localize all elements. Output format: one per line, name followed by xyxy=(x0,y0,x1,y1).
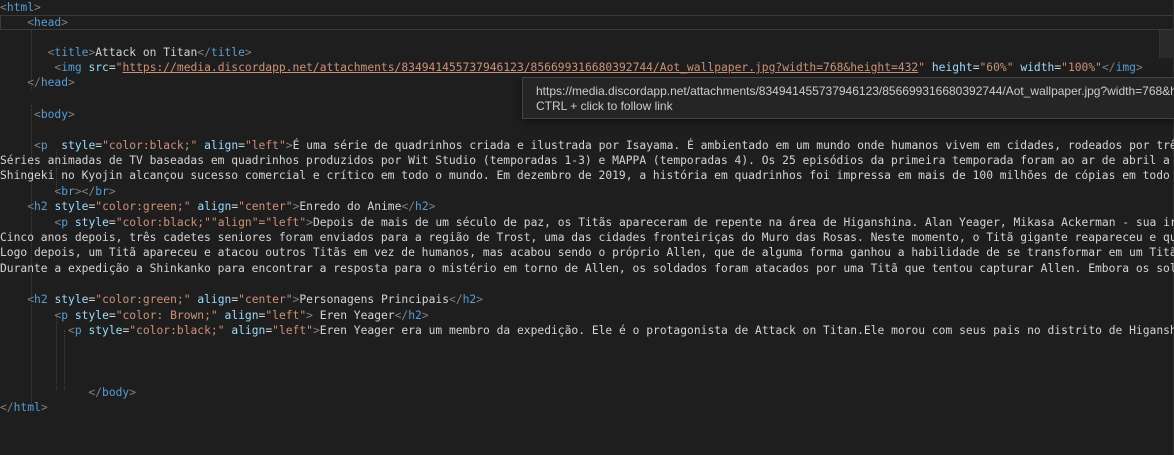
code-line[interactable]: <p style="color:black;" align="left">Ere… xyxy=(0,323,1174,338)
tag-name: h2 xyxy=(408,309,422,322)
code-line[interactable]: <html> xyxy=(0,0,41,15)
attribute-name: style xyxy=(88,324,123,337)
tooltip-hint: CTRL + click to follow link xyxy=(536,99,673,113)
attribute-value: "left" xyxy=(265,309,307,322)
attribute-name: style xyxy=(74,309,109,322)
tag-name: img xyxy=(1115,61,1136,74)
attribute-value: "center" xyxy=(238,293,293,306)
attribute-name: width xyxy=(1020,61,1055,74)
attribute-name: style xyxy=(54,293,89,306)
code-line[interactable]: </head> xyxy=(0,75,75,90)
tag-name: br xyxy=(95,185,109,198)
attribute-name: style xyxy=(74,216,109,229)
code-line[interactable]: Shingeki no Kyojin alcançou sucesso come… xyxy=(0,168,1174,183)
tag-name: h2 xyxy=(462,293,477,306)
code-line[interactable]: <img src="https://media.discordapp.net/a… xyxy=(0,60,1142,75)
tag-name: title xyxy=(210,46,245,59)
tag-name: html xyxy=(13,401,41,414)
attribute-name: height xyxy=(931,61,973,74)
code-line[interactable]: <body> xyxy=(0,107,75,122)
attribute-value: "color: Brown;" xyxy=(115,309,218,322)
tag-name: img xyxy=(61,61,82,74)
code-line[interactable]: <p style="color:black;""align"="left">De… xyxy=(0,215,1174,230)
paragraph-text: Durante a expedição a Shinkanko para enc… xyxy=(0,262,1174,275)
tag-name: p xyxy=(40,139,48,152)
code-line[interactable]: <head> xyxy=(0,15,68,30)
code-line[interactable]: Durante a expedição a Shinkanko para enc… xyxy=(0,261,1174,276)
paragraph-text: Cinco anos depois, três cadetes seniores… xyxy=(0,231,1174,244)
attribute-value: "color:green;" xyxy=(95,293,191,306)
paragraph-text: Shingeki no Kyojin alcançou sucesso come… xyxy=(0,169,1174,182)
tag-name: br xyxy=(61,185,75,198)
paragraph-text: Eren Yeager era um membro da expedição. … xyxy=(319,324,1174,337)
code-line[interactable]: <p style="color: Brown;" align="left"> E… xyxy=(0,308,428,323)
tag-name: h2 xyxy=(415,200,429,213)
code-line[interactable]: <h2 style="color:green;" align="center">… xyxy=(0,292,483,307)
attribute-name: align xyxy=(231,324,266,337)
title-text: Attack on Titan xyxy=(95,46,198,59)
tag-name: html xyxy=(6,1,35,14)
code-line[interactable]: </body> xyxy=(0,385,136,400)
indent-guide xyxy=(64,330,65,390)
vertical-scrollbar[interactable] xyxy=(1159,30,1174,58)
paragraph-text: Logo depois, um Titã apareceu e atacou o… xyxy=(0,246,1174,259)
attribute-value: "center" xyxy=(238,200,293,213)
attribute-value: "60%" xyxy=(979,61,1014,74)
tag-name: title xyxy=(54,46,89,59)
tag-name: head xyxy=(34,16,62,29)
attribute-name: style xyxy=(54,200,89,213)
tag-name: body xyxy=(40,108,69,121)
heading-text: Eren Yeager xyxy=(312,309,395,322)
heading-text: Personagens Principais xyxy=(299,293,450,306)
attribute-value: "color:black;" xyxy=(129,324,225,337)
attribute-value: "100%" xyxy=(1061,61,1102,74)
paragraph-text: É uma série de quadrinhos criada e ilust… xyxy=(292,139,1174,152)
code-line[interactable]: Cinco anos depois, três cadetes seniores… xyxy=(0,230,1174,245)
tooltip-url: https://media.discordapp.net/attachments… xyxy=(536,84,1174,98)
current-line-highlight xyxy=(0,15,1174,30)
attribute-value: "color:black;" xyxy=(102,139,198,152)
attribute-name: align xyxy=(197,293,232,306)
image-link[interactable]: https://media.discordapp.net/attachments… xyxy=(122,61,918,74)
attribute-value: "left" xyxy=(272,324,313,337)
tag-name: head xyxy=(40,76,69,89)
tag-name: p xyxy=(74,324,82,337)
paragraph-text: Séries animadas de TV baseadas em quadri… xyxy=(0,154,1174,167)
attribute-name: align xyxy=(224,309,259,322)
attribute-name: style xyxy=(61,139,96,152)
attribute-value: "align" xyxy=(210,216,259,229)
attribute-name: src xyxy=(88,61,109,74)
code-line[interactable]: </html> xyxy=(0,400,48,415)
code-line[interactable]: <br></br> xyxy=(0,184,115,199)
code-line[interactable]: <h2 style="color:green;" align="center">… xyxy=(0,199,435,214)
attribute-value: ="left" xyxy=(258,216,307,229)
attribute-value: "color:green;" xyxy=(95,200,191,213)
attribute-name: align xyxy=(197,200,232,213)
tag-name: h2 xyxy=(34,200,48,213)
attribute-value: "left" xyxy=(244,139,286,152)
tag-name: h2 xyxy=(34,293,48,306)
code-line[interactable]: Séries animadas de TV baseadas em quadri… xyxy=(0,153,1174,168)
code-line[interactable]: Logo depois, um Titã apareceu e atacou o… xyxy=(0,245,1174,260)
attribute-value: "color:black;" xyxy=(115,216,211,229)
link-hover-tooltip: https://media.discordapp.net/attachments… xyxy=(522,77,1174,119)
code-editor[interactable]: <html> <head> <title>Attack on Titan</ti… xyxy=(0,0,1174,455)
heading-text: Enredo do Anime xyxy=(299,200,402,213)
code-line[interactable]: <title>Attack on Titan</title> xyxy=(0,45,252,60)
paragraph-text: Depois de mais de um século de paz, os T… xyxy=(312,216,1174,229)
tag-name: body xyxy=(102,386,130,399)
attribute-name: align xyxy=(204,139,239,152)
code-line[interactable]: <p style="color:black;" align="left">É u… xyxy=(0,138,1174,153)
